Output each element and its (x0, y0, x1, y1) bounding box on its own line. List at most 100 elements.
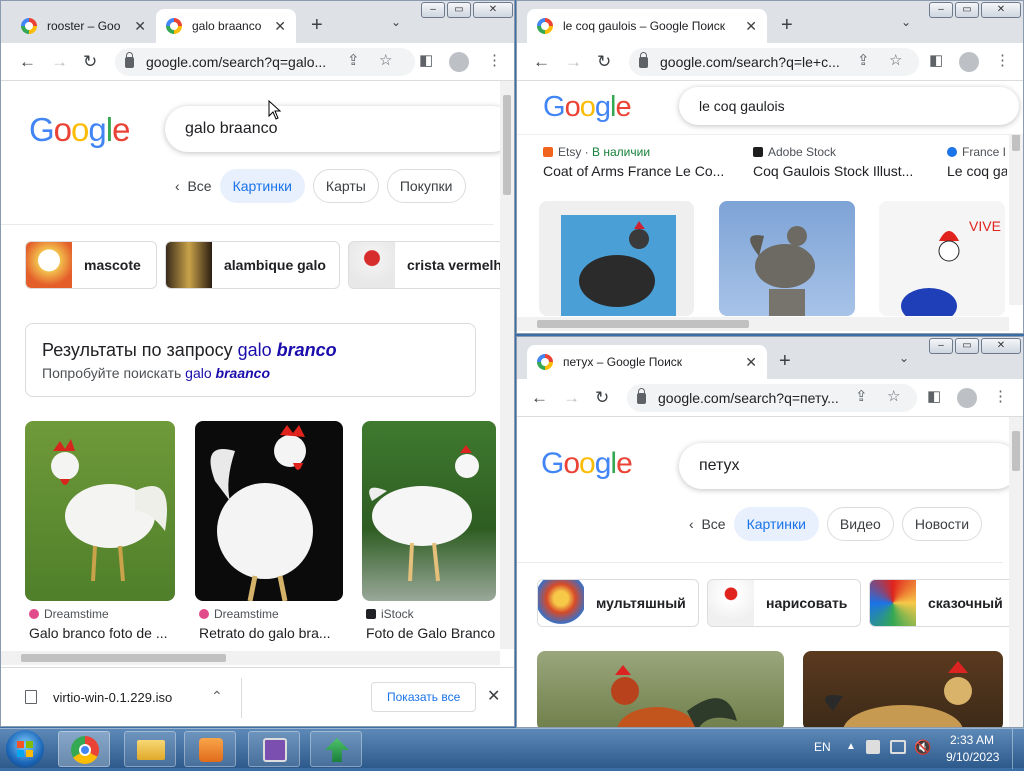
network-icon[interactable] (890, 740, 906, 754)
taskbar-app[interactable] (248, 731, 300, 767)
original-query-link[interactable]: galo braanco (185, 365, 270, 381)
filter-videos[interactable]: Видео (826, 507, 894, 541)
chevron-up-icon[interactable]: ⌃ (211, 688, 223, 705)
tab-petukh[interactable]: петух – Google Поиск ✕ (527, 345, 767, 379)
suggestion-chip[interactable]: мультяшный (537, 579, 699, 627)
result-image[interactable] (195, 421, 343, 601)
bookmark-star-icon[interactable]: ☆ (379, 53, 392, 69)
google-logo[interactable]: Google (29, 111, 130, 149)
bookmark-star-icon[interactable]: ☆ (889, 53, 902, 69)
back-arrow-icon[interactable]: ← (533, 53, 550, 70)
horizontal-scrollbar[interactable] (517, 317, 1009, 331)
result-image[interactable] (537, 651, 784, 727)
taskbar-chrome[interactable] (58, 731, 110, 767)
address-bar[interactable]: google.com/search?q=le+c... (629, 48, 919, 76)
scroll-thumb[interactable] (1012, 431, 1020, 471)
google-logo[interactable]: Google (541, 447, 633, 481)
filter-images[interactable]: Картинки (219, 169, 305, 203)
result-caption[interactable]: Coat of Arms France Le Co... (543, 163, 733, 179)
result-image[interactable] (25, 421, 175, 601)
new-tab-button[interactable]: + (781, 15, 793, 35)
show-desktop-button[interactable] (1012, 729, 1024, 769)
minimize-button[interactable]: – (929, 2, 953, 18)
menu-dots-icon[interactable]: ⋮ (993, 389, 1008, 405)
tab-rooster[interactable]: rooster – Goo ✕ (11, 9, 156, 43)
maximize-button[interactable]: ▭ (955, 2, 979, 18)
filter-shopping[interactable]: Покупки (386, 169, 466, 203)
suggestion-chip[interactable]: alambique galo (165, 241, 340, 289)
tab-galo-braanco[interactable]: galo braanco ✕ (156, 9, 296, 43)
side-panel-icon[interactable]: ◧ (419, 53, 433, 69)
volume-muted-icon[interactable]: 🔇 (914, 739, 931, 756)
suggestion-chip[interactable]: нарисовать (707, 579, 861, 627)
side-panel-icon[interactable]: ◧ (929, 53, 943, 69)
back-arrow-icon[interactable]: ← (19, 53, 36, 70)
close-window-button[interactable]: ✕ (981, 2, 1021, 18)
result-image[interactable] (539, 201, 694, 316)
share-icon[interactable]: ⇪ (855, 389, 868, 405)
filter-images[interactable]: Картинки (733, 507, 819, 541)
clock-date[interactable]: 9/10/2023 (946, 750, 999, 764)
scroll-thumb[interactable] (21, 654, 226, 662)
close-window-button[interactable]: ✕ (473, 2, 513, 18)
close-tab-icon[interactable]: ✕ (745, 354, 757, 371)
result-caption[interactable]: Le coq ga (947, 163, 1007, 179)
tab-le-coq-gaulois[interactable]: le coq gaulois – Google Поиск ✕ (527, 9, 767, 43)
reload-icon[interactable]: ↻ (595, 389, 609, 406)
forward-arrow-icon[interactable]: → (563, 389, 580, 406)
result-caption[interactable]: Coq Gaulois Stock Illust... (753, 163, 933, 179)
address-bar[interactable]: google.com/search?q=galo... (115, 48, 415, 76)
address-bar[interactable]: google.com/search?q=пету... (627, 384, 917, 412)
result-caption[interactable]: Retrato do galo bra... (199, 625, 339, 641)
show-hidden-icons-icon[interactable]: ▲ (846, 741, 856, 752)
result-image[interactable] (803, 651, 1003, 727)
close-tab-icon[interactable]: ✕ (745, 18, 757, 35)
new-tab-button[interactable]: + (779, 351, 791, 371)
suggestion-chip[interactable]: сказочный (869, 579, 1019, 627)
filter-all[interactable]: ‹ Все (689, 516, 726, 532)
share-icon[interactable]: ⇪ (347, 53, 360, 69)
scroll-thumb[interactable] (503, 95, 511, 195)
minimize-button[interactable]: – (929, 338, 953, 354)
profile-avatar[interactable] (449, 52, 469, 72)
suggestion-chip[interactable]: mascote (25, 241, 157, 289)
scroll-thumb[interactable] (537, 320, 749, 328)
close-download-bar-icon[interactable]: ✕ (487, 686, 500, 706)
new-tab-button[interactable]: + (311, 15, 323, 35)
result-image[interactable] (719, 201, 855, 316)
taskbar-media-player[interactable] (184, 731, 236, 767)
minimize-button[interactable]: – (421, 2, 445, 18)
horizontal-scrollbar[interactable] (1, 651, 500, 665)
menu-dots-icon[interactable]: ⋮ (995, 53, 1010, 69)
maximize-button[interactable]: ▭ (447, 2, 471, 18)
reload-icon[interactable]: ↻ (597, 53, 611, 70)
close-window-button[interactable]: ✕ (981, 338, 1021, 354)
search-input[interactable]: петух (679, 443, 1019, 489)
vertical-scrollbar[interactable] (1009, 417, 1023, 727)
profile-avatar[interactable] (957, 388, 977, 408)
back-arrow-icon[interactable]: ← (531, 389, 548, 406)
show-all-button[interactable]: Показать все (371, 682, 477, 712)
language-indicator[interactable]: EN (814, 740, 831, 754)
google-logo[interactable]: Google (543, 91, 632, 124)
tab-search-chevron-icon[interactable]: ⌄ (901, 15, 911, 29)
result-caption[interactable]: Galo branco foto de ... (29, 625, 179, 641)
suggestion-chip[interactable]: crista vermelh (348, 241, 514, 289)
side-panel-icon[interactable]: ◧ (927, 389, 941, 405)
corrected-query-link[interactable]: galo branco (238, 340, 337, 360)
reload-icon[interactable]: ↻ (83, 53, 97, 70)
maximize-button[interactable]: ▭ (955, 338, 979, 354)
forward-arrow-icon[interactable]: → (565, 53, 582, 70)
search-input[interactable]: le coq gaulois (679, 87, 1019, 125)
result-image[interactable] (362, 421, 496, 601)
forward-arrow-icon[interactable]: → (51, 53, 68, 70)
close-tab-icon[interactable]: ✕ (274, 18, 286, 35)
taskbar-installer[interactable] (310, 731, 362, 767)
close-tab-icon[interactable]: ✕ (134, 18, 146, 35)
result-caption[interactable]: Foto de Galo Branco (366, 625, 496, 641)
bookmark-star-icon[interactable]: ☆ (887, 389, 900, 405)
tab-search-chevron-icon[interactable]: ⌄ (391, 15, 401, 29)
tab-search-chevron-icon[interactable]: ⌄ (899, 351, 909, 365)
start-button[interactable] (6, 730, 44, 768)
clock-time[interactable]: 2:33 AM (950, 733, 994, 747)
